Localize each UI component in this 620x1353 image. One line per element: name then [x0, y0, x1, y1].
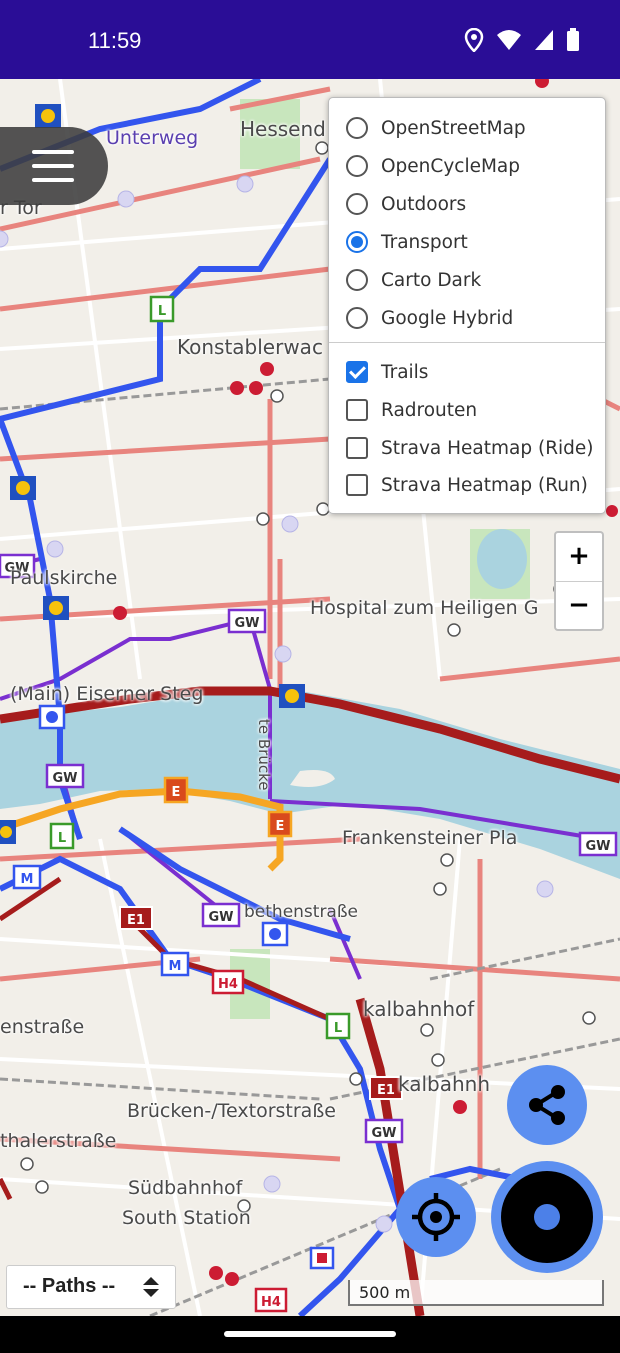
- svg-text:GW: GW: [234, 616, 259, 631]
- svg-text:GW: GW: [585, 839, 610, 854]
- base-layer-outdoors[interactable]: Outdoors: [346, 189, 466, 219]
- svg-text:M: M: [21, 872, 34, 887]
- checkbox-checked[interactable]: [346, 361, 368, 383]
- zoom-in-button[interactable]: +: [556, 533, 602, 581]
- svg-text:GW: GW: [371, 1126, 396, 1141]
- map-label: te Brücke: [255, 719, 273, 791]
- base-layer-transport[interactable]: Transport: [346, 227, 468, 257]
- paths-select[interactable]: -- Paths --: [6, 1265, 176, 1309]
- location-icon: [464, 28, 484, 52]
- map-label: enstraße: [0, 1016, 85, 1038]
- map-label: South Station: [122, 1207, 251, 1229]
- svg-text:GW: GW: [52, 771, 77, 786]
- svg-text:L: L: [158, 304, 166, 319]
- scale-bar: 500 m: [348, 1280, 604, 1306]
- svg-text:L: L: [334, 1021, 342, 1036]
- map-label: Paulskirche: [10, 567, 118, 589]
- map-label: thalerstraße: [0, 1130, 117, 1152]
- svg-text:M: M: [169, 959, 182, 974]
- checkbox[interactable]: [346, 474, 368, 496]
- map-label: Konstablerwac: [177, 335, 323, 359]
- map-label: Frankensteiner Pla: [342, 827, 518, 849]
- pond: [477, 529, 527, 589]
- record-icon: [501, 1171, 593, 1263]
- base-layer-openstreetmap[interactable]: OpenStreetMap: [346, 113, 526, 143]
- map-label: Brücken-/Textorstraße: [127, 1100, 336, 1122]
- map-label: bethenstraße: [244, 902, 359, 922]
- svg-text:H4: H4: [218, 977, 238, 992]
- sort-arrows-icon: [143, 1277, 159, 1297]
- locate-button[interactable]: [396, 1177, 476, 1257]
- record-button[interactable]: [491, 1161, 603, 1273]
- overlay-label: Trails: [381, 361, 429, 383]
- overlay-label: Strava Heatmap (Ride): [381, 437, 594, 459]
- navigation-bar: [0, 1316, 620, 1353]
- crosshair-icon: [412, 1193, 460, 1241]
- svg-text:GW: GW: [208, 910, 233, 925]
- layer-switcher-panel: OpenStreetMap OpenCycleMap Outdoors Tran…: [328, 97, 606, 514]
- map-label: Unterweg: [106, 127, 199, 149]
- radio-button[interactable]: [346, 117, 368, 139]
- map-label: kalbahnh: [398, 1072, 491, 1096]
- share-button[interactable]: [507, 1065, 587, 1145]
- svg-text:L: L: [58, 831, 66, 846]
- layer-divider: [329, 342, 605, 343]
- signal-icon: [535, 30, 553, 50]
- base-layer-label: Transport: [381, 231, 468, 253]
- base-layer-label: OpenStreetMap: [381, 117, 526, 139]
- checkbox[interactable]: [346, 437, 368, 459]
- map-label: kalbahnhof: [363, 997, 475, 1021]
- overlay-radrouten[interactable]: Radrouten: [346, 395, 477, 425]
- zoom-control: + −: [554, 531, 604, 631]
- base-layer-label: Outdoors: [381, 193, 467, 215]
- status-icons: [464, 28, 580, 52]
- map-label: Südbahnhof: [128, 1177, 243, 1199]
- share-icon: [529, 1085, 565, 1125]
- svg-text:E: E: [172, 785, 181, 800]
- zoom-out-button[interactable]: −: [556, 582, 602, 630]
- base-layer-carto-dark[interactable]: Carto Dark: [346, 265, 481, 295]
- svg-text:E1: E1: [377, 1083, 395, 1098]
- map-label: (Main) Eiserner Steg: [10, 683, 204, 705]
- overlay-label: Strava Heatmap (Run): [381, 474, 588, 496]
- base-layer-label: Google Hybrid: [381, 307, 514, 329]
- overlay-label: Radrouten: [381, 399, 478, 421]
- overlay-strava-run[interactable]: Strava Heatmap (Run): [346, 470, 588, 500]
- menu-button[interactable]: [0, 127, 108, 205]
- base-layer-opencyclemap[interactable]: OpenCycleMap: [346, 151, 520, 181]
- radio-button[interactable]: [346, 193, 368, 215]
- scale-label: 500 m: [359, 1283, 411, 1302]
- paths-select-value: -- Paths --: [23, 1275, 116, 1297]
- overlay-strava-ride[interactable]: Strava Heatmap (Ride): [346, 433, 594, 463]
- svg-text:H4: H4: [261, 1295, 281, 1310]
- status-bar: 11:59: [0, 0, 620, 79]
- home-gesture-handle[interactable]: [224, 1331, 396, 1337]
- radio-button[interactable]: [346, 307, 368, 329]
- base-layer-google-hybrid[interactable]: Google Hybrid: [346, 303, 513, 333]
- checkbox[interactable]: [346, 399, 368, 421]
- status-time: 11:59: [88, 28, 142, 53]
- svg-text:E: E: [276, 819, 285, 834]
- radio-button[interactable]: [346, 269, 368, 291]
- radio-button[interactable]: [346, 155, 368, 177]
- base-layer-label: OpenCycleMap: [381, 155, 521, 177]
- wifi-icon: [497, 30, 521, 50]
- overlay-trails[interactable]: Trails: [346, 357, 428, 387]
- map-label: Hessend: [240, 117, 326, 141]
- svg-text:E1: E1: [127, 913, 145, 928]
- base-layer-label: Carto Dark: [381, 269, 482, 291]
- map-label: Hospital zum Heiligen G: [310, 597, 539, 619]
- battery-icon: [567, 28, 579, 51]
- radio-button-selected[interactable]: [346, 231, 368, 253]
